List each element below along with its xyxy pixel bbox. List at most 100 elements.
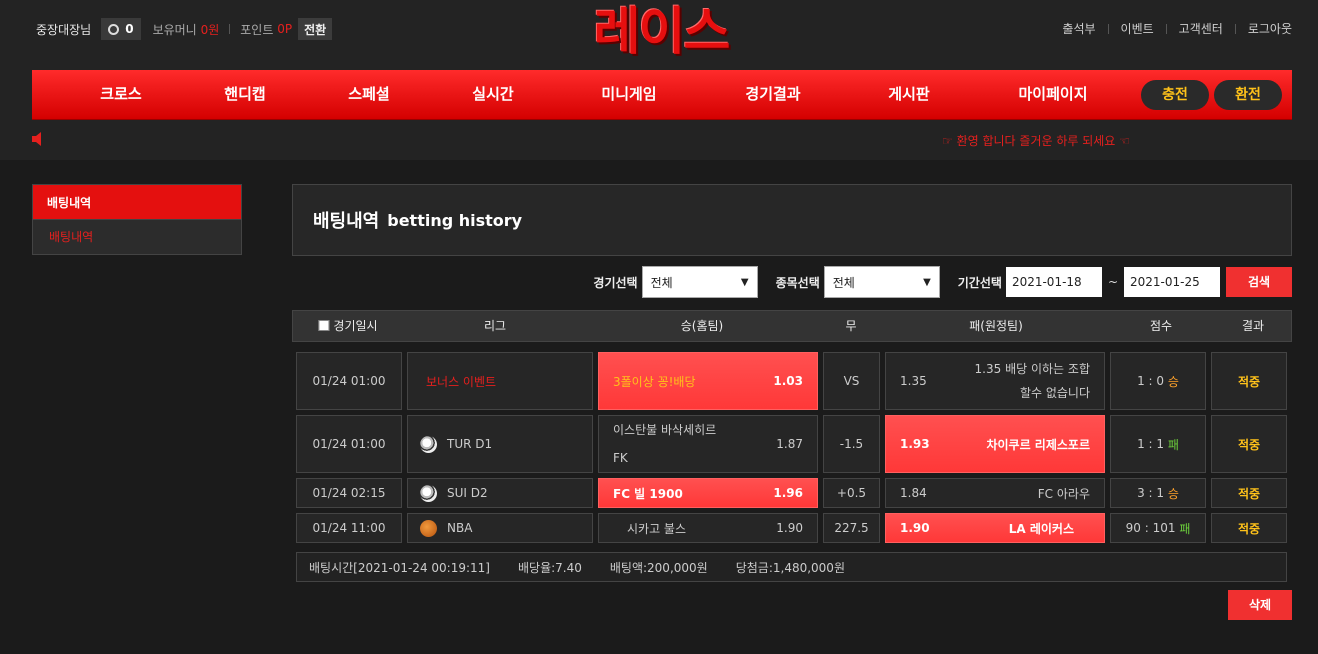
nav-handicap[interactable]: 핸디캡 [224, 70, 265, 120]
date-separator: ~ [1107, 275, 1118, 289]
convert-button[interactable]: 전환 [298, 18, 333, 40]
table-header: 경기일시 리그 승(홈팀) 무 패(원정팀) 점수 결과 [292, 310, 1292, 342]
league-name: NBA [447, 521, 473, 535]
game-select-value: 전체 [650, 275, 673, 290]
away-odds: 1.93 [900, 437, 930, 451]
score-value: 3 : 1 [1137, 486, 1165, 500]
sport-select[interactable]: 전체 ▼ [823, 266, 940, 298]
score-value: 90 : 101 [1125, 521, 1176, 535]
away-team: FC 아라우 [1037, 486, 1090, 501]
away-team: 1.35 배당 이하는 조합 할수 없습니다 [974, 362, 1090, 400]
delete-button[interactable]: 삭제 [1228, 590, 1292, 620]
away-pick[interactable]: 1.84 FC 아라우 [885, 478, 1105, 508]
header-match-time: 경기일시 [318, 311, 378, 341]
divider [1234, 23, 1236, 34]
win-lose: 승 [1167, 374, 1179, 389]
home-team: FC 빌 1900 [613, 486, 683, 501]
game-select-label: 경기선택 [593, 275, 638, 290]
result: 적중 [1211, 352, 1287, 410]
away-odds: 1.35 [900, 374, 927, 388]
speaker-icon [32, 132, 41, 146]
link-attendance[interactable]: 출석부 [1062, 20, 1095, 37]
sport-select-value: 전체 [832, 275, 855, 290]
home-pick-selected[interactable]: FC 빌 1900 1.96 [598, 478, 818, 508]
sidebar-header: 배팅내역 [32, 184, 242, 220]
result: 적중 [1211, 478, 1287, 508]
sidebar-item-betting-history[interactable]: 배팅내역 [32, 220, 242, 255]
score: 1 : 1 패 [1110, 415, 1206, 473]
money-value: 0원 [200, 22, 220, 37]
header-home: 승(홈팀) [680, 319, 724, 333]
header-label: 경기일시 [333, 319, 378, 333]
league-name: SUI D2 [447, 486, 488, 500]
score: 90 : 101 패 [1110, 513, 1206, 543]
match-time: 01/24 01:00 [296, 352, 402, 410]
site-logo[interactable]: 레이스 [555, 4, 767, 62]
sport-select-label: 종목선택 [775, 275, 820, 290]
handicap-value[interactable]: -1.5 [823, 415, 880, 473]
away-team: LA 레이커스 [1008, 521, 1074, 536]
soccer-ball-icon [420, 435, 437, 453]
handicap-value[interactable]: +0.5 [823, 478, 880, 508]
nav-special[interactable]: 스페셜 [348, 70, 389, 120]
page-title: 배팅내역 betting history [292, 184, 1292, 256]
nav-cross[interactable]: 크로스 [100, 70, 141, 120]
home-odds: 1.90 [776, 521, 803, 535]
home-odds: 1.87 [776, 437, 803, 451]
match-time: 01/24 01:00 [296, 415, 402, 473]
level-badge: 0 [101, 18, 141, 40]
nav-mypage[interactable]: 마이페이지 [1018, 70, 1087, 120]
withdraw-button[interactable]: 환전 [1214, 80, 1282, 110]
soccer-ball-icon [420, 484, 437, 502]
date-to-input[interactable]: 2021-01-25 [1124, 267, 1220, 297]
away-pick-selected[interactable]: 1.90 LA 레이커스 [885, 513, 1105, 543]
nav-board[interactable]: 게시판 [888, 70, 929, 120]
nav-minigame[interactable]: 미니게임 [601, 70, 656, 120]
win-lose: 승 [1167, 486, 1179, 501]
nav-live[interactable]: 실시간 [472, 70, 513, 120]
point-value: 0P [277, 22, 293, 36]
link-customer-center[interactable]: 고객센터 [1179, 20, 1223, 37]
match-time: 01/24 11:00 [296, 513, 402, 543]
home-odds: 1.03 [773, 374, 803, 388]
win-lose: 패 [1167, 437, 1179, 452]
home-pick[interactable]: 이스탄불 바삭세히르 FK 1.87 [598, 415, 818, 473]
link-event[interactable]: 이벤트 [1121, 20, 1154, 37]
bet-rate: 배당율:7.40 [517, 560, 582, 575]
league-name: 보너스 이벤트 [407, 352, 593, 410]
away-pick-selected[interactable]: 1.93 차이쿠르 리제스포르 [885, 415, 1105, 473]
home-team: 시카고 불스 [627, 521, 687, 536]
total-line-value[interactable]: 227.5 [823, 513, 880, 543]
charge-button[interactable]: 충전 [1141, 80, 1209, 110]
username: 중장대장님 [36, 22, 92, 37]
link-logout[interactable]: 로그아웃 [1248, 20, 1292, 37]
level-value: 0 [125, 22, 134, 36]
bet-time: 배팅시간[2021-01-24 00:19:11] [309, 560, 490, 575]
checkbox-icon[interactable] [318, 320, 330, 331]
home-pick[interactable]: 시카고 불스 1.90 [598, 513, 818, 543]
home-pick-selected[interactable]: 3폴이상 꽁!배당 1.03 [598, 352, 818, 410]
nav-results[interactable]: 경기결과 [745, 70, 800, 120]
divider [1107, 23, 1109, 34]
welcome-ticker: ☞ 환영 합니다 즐거운 하루 되세요 ☜ [942, 134, 1130, 148]
game-select[interactable]: 전체 ▼ [641, 266, 758, 298]
search-button[interactable]: 검색 [1226, 267, 1292, 297]
chevron-down-icon: ▼ [923, 276, 931, 288]
league: TUR D1 [407, 415, 593, 473]
score-value: 1 : 1 [1137, 437, 1165, 451]
filter-bar: 경기선택 전체 ▼ 종목선택 전체 ▼ 기간선택 2021-01-18 ~ 2021… [593, 266, 1292, 298]
away-pick[interactable]: 1.35 1.35 배당 이하는 조합 할수 없습니다 [885, 352, 1105, 410]
main-nav: 크로스 핸디캡 스페셜 실시간 미니게임 경기결과 게시판 마이페이지 충전 환… [32, 70, 1292, 120]
basketball-icon [420, 519, 437, 537]
away-odds: 1.84 [900, 486, 927, 500]
draw-value[interactable]: VS [823, 352, 880, 410]
top-links: 출석부 이벤트 고객센터 로그아웃 [1062, 20, 1292, 37]
win-lose: 패 [1179, 521, 1191, 536]
level-badge-icon [108, 23, 120, 35]
chevron-down-icon: ▼ [740, 276, 749, 288]
bet-summary: 배팅시간[2021-01-24 00:19:11] 배당율:7.40 배팅액:2… [296, 552, 1287, 582]
header-result: 결과 [1241, 319, 1265, 333]
date-from-input[interactable]: 2021-01-18 [1005, 267, 1102, 297]
period-label: 기간선택 [957, 275, 1002, 290]
header-league: 리그 [483, 319, 507, 333]
